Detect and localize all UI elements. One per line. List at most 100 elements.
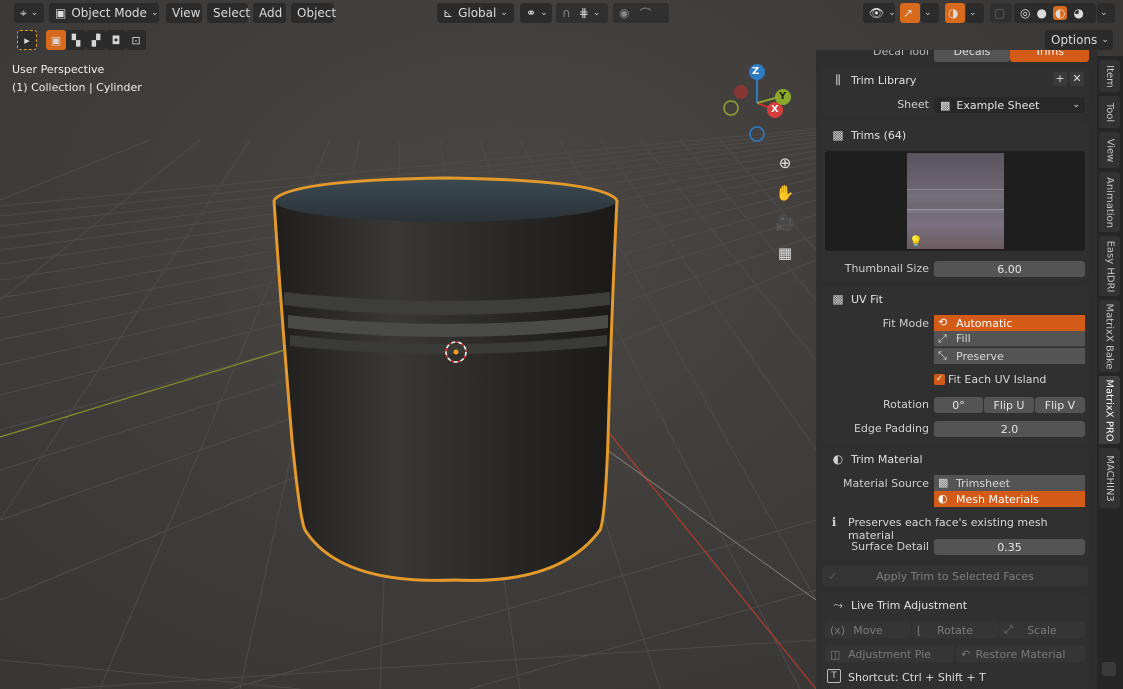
tab-easy-hdri[interactable]: Easy HDRI [1099,236,1120,296]
mode-dropdown[interactable]: ▣ Object Mode ⌄ [49,3,159,23]
menu-add[interactable]: Add [253,3,286,23]
edge-padding-field[interactable]: 2.0 [934,421,1085,437]
snap-toggle-group[interactable]: ∩ ⋕ ⌄ [556,3,608,23]
decal-trim-switch[interactable]: Decal Tool Decals Trims [816,50,1097,64]
cylinder-object[interactable] [272,176,619,582]
xray-icon: ▢ [994,6,1006,20]
move-icon: (x) [830,623,846,637]
shading-mode-group[interactable]: ◎ ● ◐ ◕ [1014,3,1096,23]
fit-mode-preserve[interactable]: ⤡ Preserve [934,348,1085,364]
decal-tool-label: Decal Tool [873,50,929,58]
tab-tool[interactable]: Tool [1099,96,1120,128]
adjustment-pie-button[interactable]: ◫ Adjustment Pie [825,646,954,662]
scale-label: Scale [1027,623,1057,637]
restore-material-button[interactable]: ↶ Restore Material [956,646,1085,662]
axes-editor-icon: ⌖ [20,5,27,20]
xray-toggle[interactable]: ▢ [990,3,1012,23]
tab-animation[interactable]: Animation [1099,172,1120,232]
remove-library-button[interactable]: ✕ [1070,72,1084,86]
fit-each-island-checkbox[interactable]: ✓ [934,374,945,385]
overlays-toggle[interactable]: ◑ [945,3,965,23]
trim-thumbnail-grid[interactable]: 💡 [825,151,1085,251]
tab-machin3-label: MACHIN3 [1104,454,1115,502]
gizmo-x-label: X [771,104,779,115]
lightbulb-icon: 💡 [909,235,923,248]
apply-trim-button[interactable]: ✓ Apply Trim to Selected Faces [822,566,1088,586]
surface-detail-field[interactable]: 0.35 [934,539,1085,555]
shading-dropdown[interactable]: ⌄ [1097,3,1115,23]
proportional-editing-group[interactable]: ◉ ⌒ [613,3,669,23]
fit-mode-label: Fit Mode [882,317,929,330]
visibility-dropdown[interactable]: 👁 ⌄ [863,3,896,23]
adjustment-pie-label: Adjustment Pie [848,647,931,661]
rotate-button[interactable]: ⌊ Rotate [912,622,998,638]
thumbnail-size-field[interactable]: 6.00 [934,261,1085,277]
scale-button[interactable]: ⤢ Scale [999,622,1085,638]
select-new-mode[interactable]: ▣ [46,30,66,50]
pivot-dropdown[interactable]: ⚭ ⌄ [520,3,552,23]
camera-icon[interactable]: 🎥 [772,210,798,236]
viewport-collection-label: (1) Collection | Cylinder [12,81,142,94]
tab-easy-hdri-label: Easy HDRI [1104,240,1115,292]
fit-mode-automatic[interactable]: ⟲ Automatic [934,315,1085,331]
pivot-icon: ⚭ [526,6,537,20]
menu-view[interactable]: View [166,3,202,23]
trims-title: Trims (64) [851,129,907,142]
tab-view-label: View [1104,138,1116,162]
tab-view[interactable]: View [1099,132,1120,168]
rendered-shading-icon[interactable]: ◕ [1073,6,1083,20]
sidebar-corner-handle[interactable] [1102,662,1116,676]
transform-orientation-dropdown[interactable]: ⊾ Global ⌄ [437,3,514,23]
zoom-icon[interactable]: ⊕ [772,150,798,176]
tab-machin3[interactable]: MACHIN3 [1099,448,1120,508]
decals-tab[interactable]: Decals [934,50,1010,62]
source-mesh-materials[interactable]: ◐ Mesh Materials [934,491,1085,507]
sheet-dropdown[interactable]: ▩ Example Sheet ⌄ [934,97,1085,113]
trims-tab[interactable]: Trims [1010,50,1089,62]
tab-matrixx-bake-label: MatrixX Bake [1104,302,1115,370]
tab-animation-label: Animation [1104,176,1116,228]
overlays-dropdown[interactable]: ⌄ [966,3,984,23]
wireframe-shading-icon[interactable]: ◎ [1020,6,1030,20]
source-trimsheet[interactable]: ▩ Trimsheet [934,475,1085,491]
close-icon: ✕ [1072,72,1082,85]
surface-detail-label: Surface Detail [851,540,929,553]
menu-object[interactable]: Object [291,3,336,23]
material-preview-icon[interactable]: ◐ [1052,6,1068,20]
grid-view-icon[interactable]: ▦ [772,240,798,266]
gizmo-y-label: Y [779,91,787,102]
material-sphere-icon: ◐ [938,492,948,505]
tab-item[interactable]: Item [1099,60,1120,92]
select-tool-button[interactable]: ▸ [17,30,37,50]
plus-icon: + [1055,72,1065,85]
restore-icon: ↶ [961,647,971,661]
checker-icon: ▩ [938,476,949,489]
menu-view-label: View [172,6,201,20]
menu-select[interactable]: Select [207,3,250,23]
flip-v-button[interactable]: Flip V [1035,397,1085,413]
select-subtract-icon: ▞ [91,33,101,47]
chevron-down-icon: ⌄ [1101,35,1109,45]
select-invert-mode[interactable]: ◘ [106,30,126,50]
trim-thumbnail[interactable]: 💡 [907,153,1004,249]
add-library-button[interactable]: + [1053,72,1067,86]
solid-shading-icon[interactable]: ● [1036,6,1046,20]
checkmark-icon: ✓ [935,374,944,384]
flip-u-button[interactable]: Flip U [984,397,1034,413]
flip-u-label: Flip U [993,398,1025,412]
edge-padding-label: Edge Padding [853,422,929,435]
select-intersect-mode[interactable]: ⊡ [126,30,146,50]
tab-matrixx-pro[interactable]: MatrixX PRO [1099,376,1120,444]
select-subtract-mode[interactable]: ▞ [86,30,106,50]
select-extend-mode[interactable]: ▚ [66,30,86,50]
editor-type-dropdown[interactable]: ⌖ ⌄ [14,3,44,23]
proportional-editing-icon: ◉ [619,6,630,20]
tab-matrixx-bake[interactable]: MatrixX Bake [1099,300,1120,372]
move-button[interactable]: (x) Move [825,622,911,638]
gizmo-dropdown[interactable]: ⌄ [921,3,939,23]
fit-mode-fill[interactable]: ⤢ Fill [934,331,1085,347]
options-dropdown[interactable]: Options ⌄ [1045,30,1113,50]
pan-hand-icon[interactable]: ✋ [772,180,798,206]
gizmo-toggle[interactable]: ↗ [900,3,920,23]
rotation-field[interactable]: 0° [934,397,983,413]
